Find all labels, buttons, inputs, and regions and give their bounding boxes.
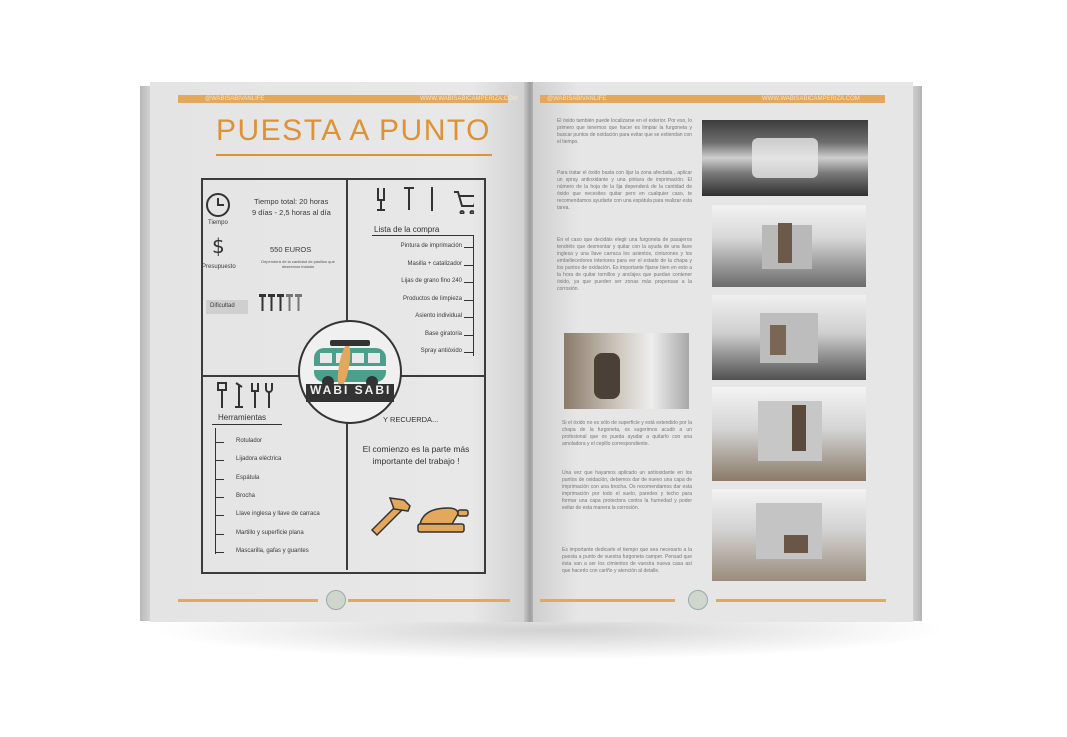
paragraph-1: El óxido también puede localizarse en el… — [557, 118, 692, 145]
tools-icons — [216, 381, 276, 411]
right-header-handle: @WABISABIVANLIFE — [547, 96, 607, 102]
budget-value: 550 EUROS — [270, 245, 312, 254]
hammers-icon — [259, 292, 305, 314]
shopping-item: Base giratoria — [424, 330, 462, 337]
paragraph-6: Es importante dedicarle el tiempo que se… — [562, 547, 692, 574]
shopping-item: Pintura de imprimación — [400, 243, 462, 249]
tools-item: Lijadora eléctrica — [236, 456, 282, 463]
tools-item: Mascarilla, gafas y guantes — [236, 547, 309, 554]
shopping-underline — [372, 235, 474, 236]
tools-tick — [216, 533, 224, 535]
shopping-tick — [464, 299, 473, 301]
shopping-tick — [464, 264, 473, 266]
title-underline — [216, 154, 492, 156]
tools-item: Martillo y superficie plana — [236, 529, 304, 536]
page-title: PUESTA A PUNTO — [216, 114, 491, 147]
remember-title: Y RECUERDA... — [383, 415, 439, 424]
shopping-tick — [464, 352, 473, 353]
shopping-item: Productos de limpieza — [402, 295, 462, 302]
clock-icon — [206, 193, 230, 217]
tools-tick — [216, 442, 224, 443]
shopping-tick — [464, 317, 473, 318]
shopping-timeline — [473, 236, 474, 356]
budget-note: Dependerá de la cantidad de pasillos que… — [261, 259, 335, 269]
shopping-title: Lista de la compra — [374, 225, 440, 234]
photo-van-interior-1 — [702, 120, 868, 196]
time-total: Tiempo total: 20 horas — [254, 197, 329, 206]
tools-tick — [216, 551, 224, 553]
left-header-web: WWW.WABISABICAMPERIZA.COM — [420, 96, 518, 102]
tools-tick — [216, 478, 224, 480]
shopping-tick — [464, 247, 473, 248]
photo-van-interior-4 — [712, 387, 866, 481]
photo-van-interior-5 — [712, 489, 866, 581]
tools-timeline — [215, 428, 216, 554]
logo-text: WABI SABI — [310, 383, 392, 397]
hammer-sander-icon — [366, 494, 476, 540]
tools-tick — [216, 515, 224, 517]
tools-tick — [216, 460, 224, 462]
tools-item: Brocha — [236, 492, 256, 499]
shopping-item: Asiento individual — [415, 313, 462, 319]
remember-text: El comienzo es la parte más importante d… — [362, 444, 470, 466]
shopping-icons — [374, 184, 479, 215]
dollar-icon: $ — [212, 234, 225, 258]
right-footer-bar-2 — [716, 599, 886, 602]
left-header-handle: @WABISABIVANLIFE — [205, 96, 265, 102]
right-footer-bar-1 — [540, 599, 675, 602]
left-footer-bar-2 — [348, 599, 510, 602]
shopping-tick — [464, 282, 473, 283]
paragraph-4: Si el óxido no es sólo de superficie y e… — [562, 420, 692, 447]
photo-van-interior-2 — [712, 205, 866, 287]
wabi-sabi-logo — [298, 320, 402, 424]
shopping-item: Lijas de grano fino 240 — [401, 278, 462, 284]
tools-item: Espátula — [236, 474, 260, 481]
photo-worker-rust — [564, 333, 689, 409]
left-footer-logo — [326, 590, 346, 610]
paragraph-2: Para tratar el óxido basta con lijar la … — [557, 170, 692, 211]
shopping-item: Masilla + catalizador — [407, 260, 462, 267]
shopping-tick — [464, 334, 473, 336]
tools-item: Rotulador — [236, 438, 263, 444]
paragraph-5: Una vez que hayamos aplicado un antioxid… — [562, 470, 692, 511]
tools-item: Llave inglesa y llave de carraca — [236, 511, 320, 518]
budget-label: Presupuesto — [202, 264, 236, 270]
shopping-item: Spray antióxido — [420, 348, 462, 354]
right-footer-logo — [688, 590, 708, 610]
left-footer-bar-1 — [178, 599, 318, 602]
time-label: Tiempo — [208, 220, 228, 226]
difficulty-label: Dificultad — [210, 303, 235, 309]
time-days: 9 días - 2,5 horas al día — [252, 208, 331, 217]
tools-underline — [212, 424, 282, 425]
paragraph-3: En el caso que decidáis elegir una furgo… — [557, 237, 692, 292]
photo-van-interior-3 — [712, 295, 866, 380]
tools-tick — [216, 496, 224, 498]
tools-title: Herramientas — [218, 413, 267, 422]
right-header-web: WWW.WABISABICAMPERIZA.COM — [762, 96, 860, 102]
